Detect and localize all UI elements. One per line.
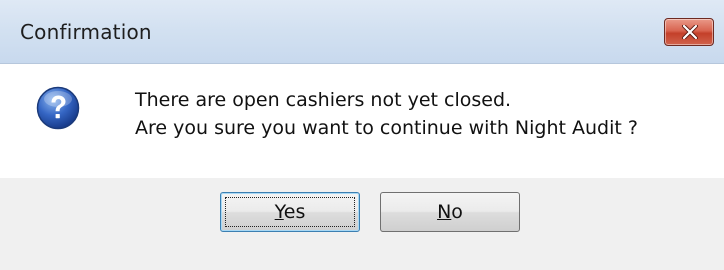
button-bar: Yes No — [0, 178, 724, 270]
message-text: There are open cashiers not yet closed. … — [135, 86, 638, 142]
no-mnemonic: N — [437, 201, 452, 223]
title-bar[interactable]: Confirmation — [0, 0, 724, 64]
question-icon — [36, 86, 80, 130]
yes-button[interactable]: Yes — [220, 192, 360, 232]
no-button[interactable]: No — [380, 192, 520, 232]
close-button[interactable] — [664, 18, 714, 46]
message-line-1: There are open cashiers not yet closed. — [135, 89, 512, 111]
close-icon — [682, 25, 698, 39]
message-area: There are open cashiers not yet closed. … — [0, 64, 724, 178]
message-line-2: Are you sure you want to continue with N… — [135, 117, 638, 139]
yes-label-rest: es — [283, 201, 306, 223]
window-title: Confirmation — [20, 20, 152, 44]
confirmation-dialog: Confirmation There are open cashiers not… — [0, 0, 724, 270]
no-label-rest: o — [451, 201, 463, 223]
yes-mnemonic: Y — [274, 201, 284, 223]
